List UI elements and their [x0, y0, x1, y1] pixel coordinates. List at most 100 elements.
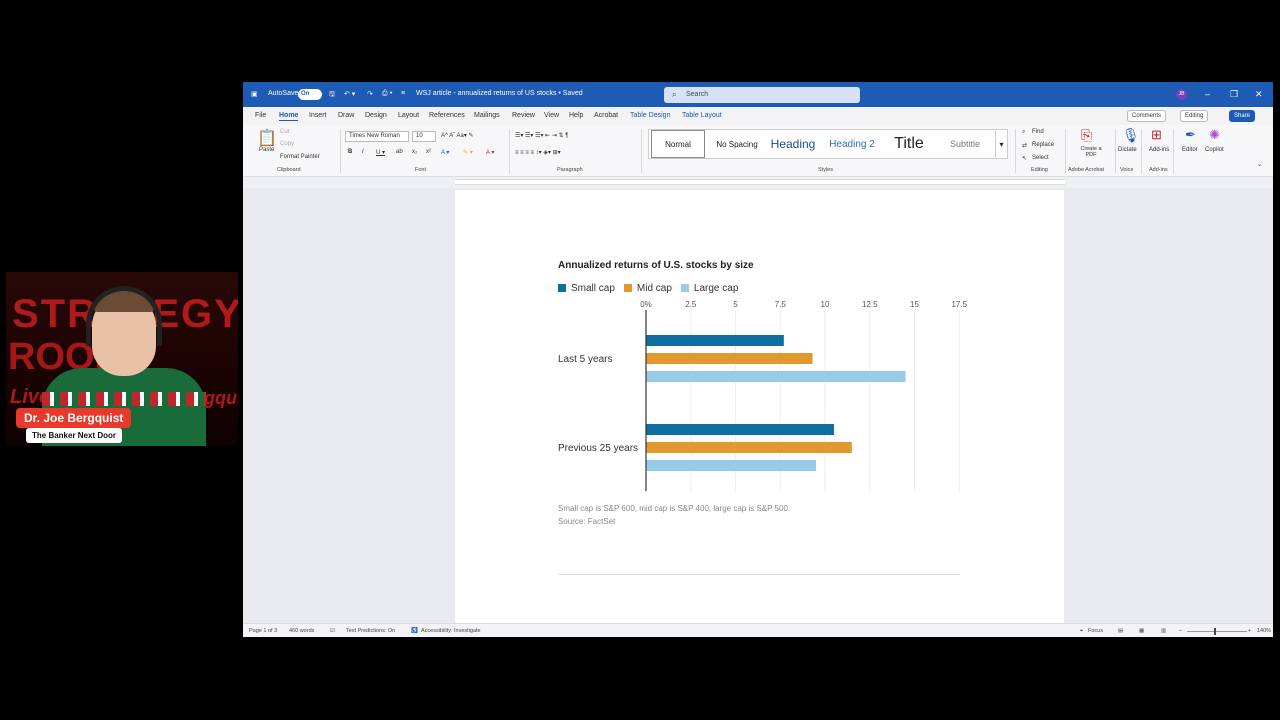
select-button[interactable]: Select [1032, 155, 1049, 161]
save-icon[interactable]: 🖫 [329, 90, 335, 101]
paste-icon[interactable]: 📋 [257, 128, 277, 148]
font-color-icon[interactable]: A ▾ [486, 149, 494, 156]
comments-button[interactable]: Comments [1127, 110, 1167, 122]
style-normal[interactable]: Normal [651, 130, 705, 158]
text-predictions-status[interactable]: Text Predictions: On [346, 628, 395, 634]
style-subtitle[interactable]: Subtitle [937, 130, 993, 158]
copilot-icon[interactable]: ✺ [1209, 127, 1220, 143]
zoom-level[interactable]: 140% [1257, 628, 1271, 634]
tab-table-design[interactable]: Table Design [630, 112, 670, 119]
cut-button[interactable]: Cut [280, 129, 289, 135]
document-title[interactable]: WSJ article - annualized returns of US s… [416, 90, 583, 97]
editor-icon[interactable]: ✒ [1185, 127, 1196, 143]
bar-small-cap [646, 424, 834, 435]
addins-icon[interactable]: ⊞ [1151, 127, 1162, 143]
print-layout-icon[interactable]: ▦ [1139, 628, 1144, 634]
redo-icon[interactable]: ↷ [367, 90, 373, 98]
legend-small-cap: Small cap [558, 283, 615, 294]
underline-icon[interactable]: U ▾ [376, 149, 385, 156]
autosave-state: On [301, 91, 310, 97]
close-icon[interactable]: ✕ [1255, 89, 1263, 100]
replace-button[interactable]: Replace [1032, 142, 1054, 148]
styles-more-icon[interactable]: ▾ [995, 130, 1007, 158]
bullets-icon[interactable]: ☰▾ ☰▾ ☰▾ ⇤ ⇥ ⇅ ¶ [515, 132, 568, 139]
legend-mid-cap: Mid cap [623, 283, 672, 294]
superscript-icon[interactable]: x² [426, 149, 431, 155]
replace-icon[interactable]: ⇄ [1022, 142, 1027, 149]
font-name-box[interactable]: Times New Roman [345, 131, 409, 142]
word-app-icon: ▣ [251, 91, 258, 98]
paragraph-group-label: Paragraph [557, 167, 583, 173]
style-heading[interactable]: Heading [765, 130, 821, 158]
tab-home[interactable]: Home [279, 112, 299, 121]
italic-icon[interactable]: I [362, 149, 364, 155]
word-count[interactable]: 460 words [289, 628, 314, 634]
editor-button[interactable]: Editor [1182, 147, 1198, 153]
zoom-in-icon[interactable]: + [1248, 628, 1251, 634]
bold-icon[interactable]: B [348, 149, 352, 155]
x-tick-label: 12.5 [862, 300, 878, 309]
zoom-slider[interactable] [1187, 631, 1247, 632]
undo-icon[interactable]: ↶ ▾ [344, 90, 355, 98]
x-tick-label: 5 [733, 300, 738, 309]
editing-mode-button[interactable]: Editing [1180, 110, 1209, 122]
create-pdf-button[interactable]: Create a PDF [1079, 146, 1103, 158]
tab-help[interactable]: Help [569, 112, 583, 119]
font-size-box[interactable]: 10 [412, 131, 436, 142]
tab-design[interactable]: Design [365, 112, 387, 119]
copy-button[interactable]: Copy [280, 141, 294, 147]
tab-layout[interactable]: Layout [398, 112, 419, 119]
tab-table-layout[interactable]: Table Layout [682, 112, 722, 119]
tab-acrobat[interactable]: Acrobat [594, 112, 618, 119]
page-count[interactable]: Page 1 of 3 [249, 628, 277, 634]
search-box[interactable]: ⌕ Search [664, 87, 860, 103]
tab-review[interactable]: Review [512, 112, 535, 119]
microphone-icon[interactable]: 🎙 [1122, 127, 1140, 144]
style-no-spacing[interactable]: No Spacing [709, 130, 765, 158]
highlight-icon[interactable]: ✎ ▾ [463, 149, 473, 156]
web-layout-icon[interactable]: ▥ [1161, 628, 1166, 634]
subscript-icon[interactable]: x₂ [412, 149, 417, 155]
style-heading-2[interactable]: Heading 2 [823, 130, 881, 158]
paste-label[interactable]: Paste [259, 147, 274, 153]
font-size-controls-icon[interactable]: A^ Aˇ Aa▾ ✎ [441, 132, 474, 139]
dictate-button[interactable]: Dictate [1118, 147, 1137, 153]
customize-qat-icon[interactable]: ≡ [401, 90, 405, 97]
text-effects-icon[interactable]: A ▾ [441, 149, 449, 156]
zoom-out-icon[interactable]: – [1179, 628, 1182, 634]
alignment-icons[interactable]: ≡ ≡ ≡ ≡ ↕▾ ◈▾ ⊞▾ [515, 149, 561, 156]
tab-insert[interactable]: Insert [309, 112, 327, 119]
tab-view[interactable]: View [544, 112, 559, 119]
read-mode-icon[interactable]: ▤ [1118, 628, 1123, 634]
addins-button[interactable]: Add-ins [1149, 147, 1169, 153]
accessibility-status[interactable]: Accessibility: Investigate [421, 628, 481, 634]
find-icon[interactable]: ⌕ [1022, 129, 1025, 136]
format-painter-button[interactable]: Format Painter [280, 154, 320, 160]
category-label: Last 5 years [558, 354, 612, 365]
accessibility-icon[interactable]: ♿ [411, 628, 418, 634]
style-title[interactable]: Title [883, 130, 935, 158]
focus-button[interactable]: Focus [1088, 628, 1103, 634]
x-tick-label: 0% [640, 300, 652, 309]
tab-draw[interactable]: Draw [338, 112, 354, 119]
print-icon[interactable]: ⎙ ▾ [382, 90, 393, 98]
tab-file[interactable]: File [255, 112, 266, 119]
share-button[interactable]: Share [1229, 110, 1256, 122]
restore-icon[interactable]: ❐ [1230, 89, 1238, 100]
zoom-slider-thumb[interactable] [1214, 628, 1216, 635]
word-window: ▣ AutoSave On 🖫 ↶ ▾ ↷ ⎙ ▾ ≡ WSJ article … [243, 82, 1273, 637]
autosave-toggle[interactable]: On [298, 89, 322, 100]
proofing-icon[interactable]: ☑ [330, 628, 335, 634]
select-icon[interactable]: ↖ [1022, 155, 1027, 162]
focus-icon[interactable]: ⌖ [1080, 628, 1083, 635]
document-page[interactable]: Annualized returns of U.S. stocks by siz… [455, 190, 1064, 624]
find-button[interactable]: Find [1032, 129, 1044, 135]
copilot-button[interactable]: Copilot [1205, 147, 1224, 153]
user-avatar[interactable]: JB [1176, 89, 1187, 100]
minimize-icon[interactable]: – [1205, 89, 1210, 99]
tab-references[interactable]: References [429, 112, 465, 119]
create-pdf-icon[interactable]: ⎘ [1081, 127, 1092, 144]
collapse-ribbon-icon[interactable]: ⌄ [1257, 161, 1262, 168]
tab-mailings[interactable]: Mailings [474, 112, 500, 119]
strikethrough-icon[interactable]: ab [396, 149, 403, 155]
